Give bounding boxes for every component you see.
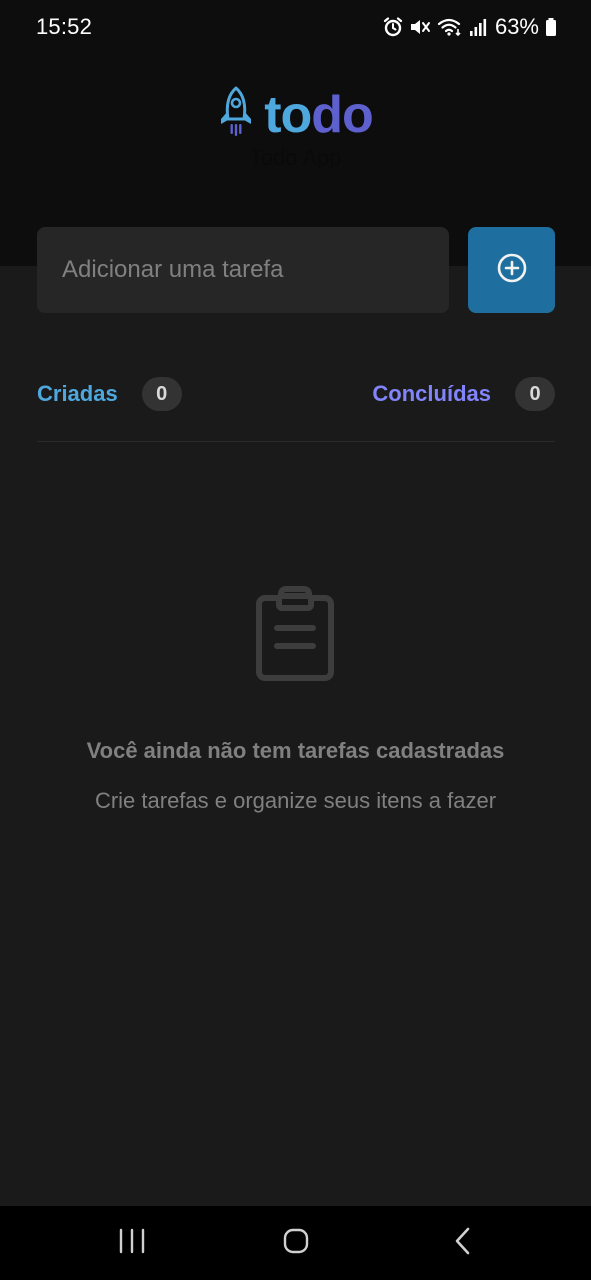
status-icons: 63% [383, 12, 557, 42]
list-divider [37, 441, 555, 442]
done-counter: Concluídas 0 [372, 377, 555, 411]
wifi-icon [437, 17, 463, 37]
plus-circle-icon [496, 252, 528, 289]
recent-apps-icon [118, 1228, 146, 1259]
status-time: 15:52 [36, 14, 93, 39]
recent-apps-button[interactable] [102, 1224, 162, 1262]
logo-text-do: do [311, 85, 374, 144]
rocket-icon [218, 86, 254, 143]
done-count-badge: 0 [515, 377, 555, 411]
back-icon [453, 1227, 473, 1260]
done-label: Concluídas [372, 381, 491, 406]
alarm-icon [383, 17, 403, 37]
back-button[interactable] [433, 1224, 493, 1262]
signal-icon [469, 17, 487, 37]
task-input[interactable] [37, 227, 449, 313]
todo-app-screen: 15:52 63% todo Todo App Adicionar uma ta… [0, 0, 591, 1280]
empty-state-subtitle: Crie tarefas e organize seus itens a faz… [94, 788, 497, 813]
logo-text-to: to [264, 85, 312, 144]
created-label: Criadas [37, 381, 118, 406]
empty-state-title: Você ainda não tem tarefas cadastradas [86, 738, 505, 763]
created-counter: Criadas 0 [37, 377, 182, 411]
home-button[interactable] [266, 1224, 326, 1262]
app-subtitle: Todo App [249, 145, 342, 170]
app-logo: todo [0, 86, 591, 143]
logo-text: todo [264, 85, 374, 144]
home-icon [282, 1227, 310, 1260]
add-task-button[interactable] [468, 227, 555, 313]
clipboard-icon [255, 586, 335, 687]
task-counters: Criadas 0 Concluídas 0 [37, 377, 555, 413]
battery-icon [545, 17, 557, 37]
created-count-badge: 0 [141, 377, 182, 411]
system-navigation-bar [0, 1206, 591, 1280]
battery-percentage: 63% [494, 14, 539, 39]
status-bar: 15:52 63% [0, 0, 591, 56]
mute-icon [409, 17, 431, 37]
